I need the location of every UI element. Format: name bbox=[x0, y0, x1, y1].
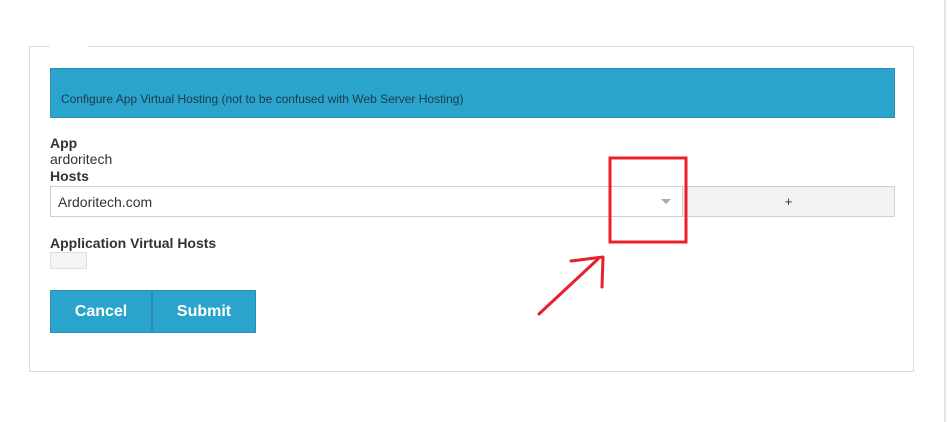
page: Configure App Virtual Hosting (not to be… bbox=[0, 0, 948, 422]
add-host-button[interactable]: + bbox=[682, 186, 895, 217]
virtual-hosting-panel: Configure App Virtual Hosting (not to be… bbox=[29, 45, 914, 372]
hosts-label: Hosts bbox=[50, 168, 89, 184]
window-edge bbox=[944, 0, 946, 422]
app-value: ardoritech bbox=[50, 151, 113, 167]
banner-text: Configure App Virtual Hosting (not to be… bbox=[61, 92, 464, 106]
app-virtual-hosts-label: Application Virtual Hosts bbox=[50, 235, 217, 251]
app-label: App bbox=[50, 135, 78, 151]
hosts-select[interactable]: Ardoritech.com bbox=[50, 186, 682, 217]
hosts-select-value: Ardoritech.com bbox=[58, 194, 153, 210]
chevron-down-icon[interactable] bbox=[661, 199, 671, 204]
cancel-button[interactable]: Cancel bbox=[50, 290, 152, 333]
panel-tab-gap bbox=[50, 45, 88, 49]
info-banner: Configure App Virtual Hosting (not to be… bbox=[50, 68, 895, 118]
app-virtual-hosts-list bbox=[50, 252, 87, 269]
submit-button[interactable]: Submit bbox=[152, 290, 256, 333]
